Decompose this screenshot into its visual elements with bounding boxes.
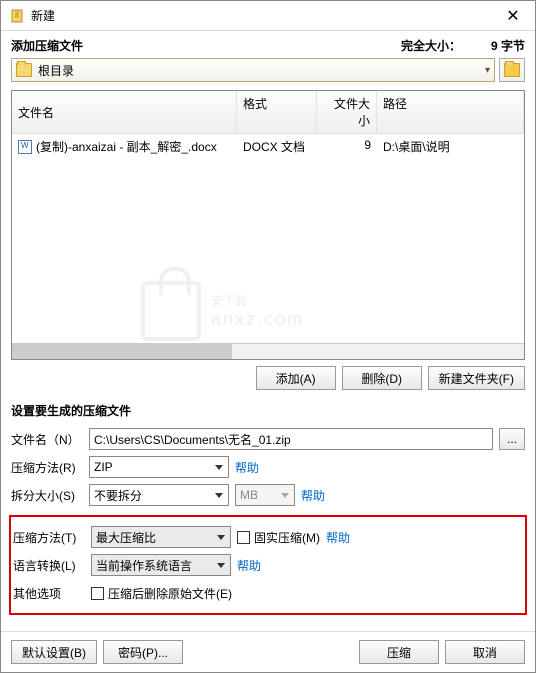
col-header-name[interactable]: 文件名 — [12, 91, 237, 133]
folder-icon — [16, 63, 32, 77]
password-button[interactable]: 密码(P)... — [103, 640, 183, 664]
col-header-format[interactable]: 格式 — [237, 91, 317, 133]
solid-compress-checkbox[interactable]: 固实压缩(M) — [237, 529, 320, 546]
language-label: 语言转换(L) — [13, 557, 85, 574]
chevron-down-icon: ▾ — [485, 65, 490, 76]
add-button[interactable]: 添加(A) — [256, 366, 336, 390]
window-title: 新建 — [31, 7, 491, 24]
compress-method-label: 压缩方法(R) — [11, 459, 83, 476]
help-link-lang[interactable]: 帮助 — [237, 557, 261, 574]
folder-open-icon — [504, 63, 520, 77]
language-select[interactable]: 当前操作系统语言 — [91, 554, 231, 576]
horizontal-scrollbar[interactable] — [12, 343, 524, 359]
compress-level-label: 压缩方法(T) — [13, 529, 85, 546]
help-link-split[interactable]: 帮助 — [301, 487, 325, 504]
split-size-label: 拆分大小(S) — [11, 487, 83, 504]
file-list-body[interactable]: (复制)-anxaizai - 副本_解密_.docx DOCX 文档 9 D:… — [12, 134, 524, 343]
scrollbar-thumb[interactable] — [12, 344, 232, 359]
titlebar: 新建 ✕ — [1, 1, 535, 31]
defaults-button[interactable]: 默认设置(B) — [11, 640, 97, 664]
help-link-method[interactable]: 帮助 — [235, 459, 259, 476]
close-button[interactable]: ✕ — [491, 1, 535, 30]
bottom-bar: 默认设置(B) 密码(P)... 压缩 取消 — [1, 631, 535, 672]
compress-button[interactable]: 压缩 — [359, 640, 439, 664]
compress-level-select[interactable]: 最大压缩比 — [91, 526, 231, 548]
file-list: 文件名 格式 文件大小 路径 (复制)-anxaizai - 副本_解密_.do… — [11, 90, 525, 360]
output-form: 文件名（N） ... 压缩方法(R) ZIP 帮助 拆分大小(S) 不要拆分 M… — [1, 421, 535, 513]
list-buttons: 添加(A) 删除(D) 新建文件夹(F) — [1, 360, 535, 396]
root-path-text: 根目录 — [38, 62, 74, 79]
help-link-level[interactable]: 帮助 — [326, 529, 350, 546]
filename-label: 文件名（N） — [11, 431, 83, 448]
checkbox-icon — [91, 587, 104, 600]
split-unit-select: MB — [235, 484, 295, 506]
app-icon — [9, 8, 25, 24]
output-settings-title: 设置要生成的压缩文件 — [1, 396, 535, 421]
col-header-path[interactable]: 路径 — [377, 91, 524, 133]
file-list-header: 文件名 格式 文件大小 路径 — [12, 91, 524, 134]
split-size-select[interactable]: 不要拆分 — [89, 484, 229, 506]
total-size: 完全大小： 9 字节 — [401, 37, 525, 54]
other-options-label: 其他选项 — [13, 585, 85, 602]
add-files-section: 添加压缩文件 完全大小： 9 字节 根目录 ▾ — [1, 31, 535, 90]
cancel-button[interactable]: 取消 — [445, 640, 525, 664]
browse-folder-button[interactable] — [499, 58, 525, 82]
root-path-select[interactable]: 根目录 ▾ — [11, 58, 495, 82]
filename-input[interactable] — [89, 428, 493, 450]
compress-method-select[interactable]: ZIP — [89, 456, 229, 478]
delete-after-checkbox[interactable]: 压缩后删除原始文件(E) — [91, 585, 232, 602]
browse-output-button[interactable]: ... — [499, 428, 525, 450]
table-row[interactable]: (复制)-anxaizai - 副本_解密_.docx DOCX 文档 9 D:… — [12, 134, 524, 159]
add-files-label: 添加压缩文件 — [11, 37, 83, 54]
new-folder-button[interactable]: 新建文件夹(F) — [428, 366, 525, 390]
docx-icon — [18, 140, 32, 154]
col-header-size[interactable]: 文件大小 — [317, 91, 377, 133]
checkbox-icon — [237, 531, 250, 544]
delete-button[interactable]: 删除(D) — [342, 366, 422, 390]
highlighted-options: 压缩方法(T) 最大压缩比 固实压缩(M) 帮助 语言转换(L) 当前操作系统语… — [9, 515, 527, 615]
